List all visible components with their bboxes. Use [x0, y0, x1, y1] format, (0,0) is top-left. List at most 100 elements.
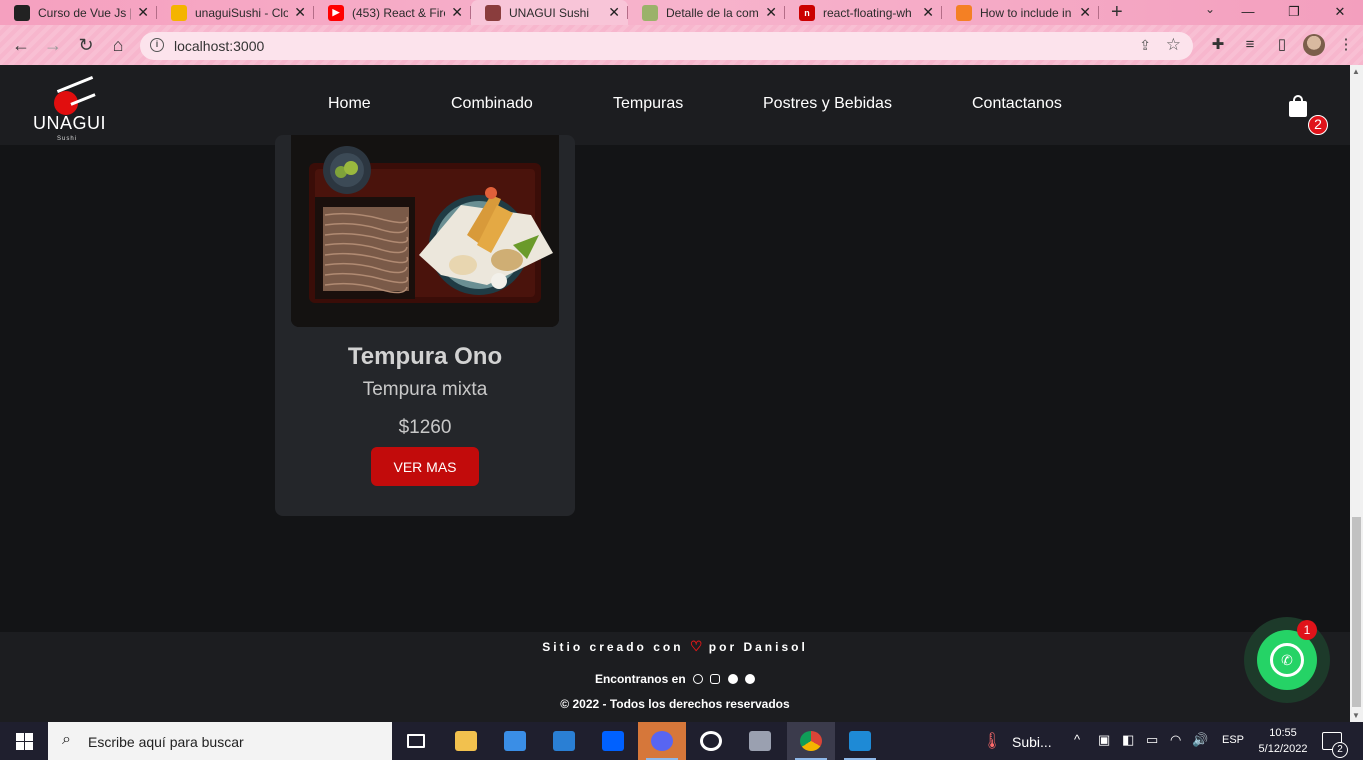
forward-arrow-icon[interactable]: → [42, 34, 64, 56]
windows-taskbar: ⌕ Escribe aquí para buscar 🌡 Subi... ^ ▣… [0, 722, 1363, 760]
nav-link-tempuras[interactable]: Tempuras [613, 95, 683, 113]
tab-favicon-icon [642, 4, 658, 21]
browser-tab-strip: Curso de Vue Js | ✕ unaguiSushi - Clo ✕ … [0, 0, 1363, 25]
nav-link-contactanos[interactable]: Contactanos [972, 95, 1062, 113]
tab-close-icon[interactable]: ✕ [294, 4, 306, 21]
facebook-icon[interactable] [710, 674, 721, 684]
browser-tab[interactable]: unaguiSushi - Clo ✕ [157, 0, 314, 25]
dropbox-icon[interactable] [589, 722, 637, 760]
search-icon: ⌕ [62, 731, 71, 748]
tab-title: react-floating-wh [823, 5, 912, 20]
calculator-icon[interactable] [736, 722, 784, 760]
minimize-icon[interactable]: — [1225, 0, 1271, 25]
browser-tab[interactable]: ▶ (453) React & Fire ✕ [314, 0, 471, 25]
product-card: Tempura Ono Tempura mixta $1260 VER MAS [275, 135, 575, 516]
nav-link-home[interactable]: Home [328, 95, 371, 113]
mail-icon[interactable] [540, 722, 588, 760]
wifi-icon[interactable]: ◠ [1170, 732, 1181, 748]
tab-close-icon[interactable]: ✕ [451, 4, 463, 21]
start-tile [16, 742, 24, 750]
tab-title: How to include in [980, 5, 1072, 20]
nav-link-postres-y-bebidas[interactable]: Postres y Bebidas [763, 95, 892, 113]
browser-toolbar: ← → ↻ ⌂ i localhost:3000 ⇪ ☆ ✚ ≡ ▯ ⋮ [0, 25, 1363, 65]
file-explorer-icon[interactable] [442, 722, 490, 760]
notification-count: 2 [1332, 742, 1348, 758]
credit-text: Sitio creado con [542, 640, 684, 654]
tab-close-icon[interactable]: ✕ [922, 4, 934, 21]
extensions-puzzle-icon[interactable]: ✚ [1207, 34, 1229, 56]
browser-tab[interactable]: How to include in ✕ [942, 0, 1099, 25]
tab-favicon-icon: ▶ [328, 4, 344, 21]
browser-tab[interactable]: n react-floating-wh ✕ [785, 0, 942, 25]
scrollbar-thumb[interactable] [1352, 517, 1361, 707]
network-icon[interactable]: ▣ [1098, 732, 1110, 748]
vscode-icon[interactable] [836, 722, 884, 760]
bookmark-star-icon[interactable]: ☆ [1166, 35, 1181, 55]
product-price: $1260 [398, 417, 452, 438]
close-window-icon[interactable]: ✕ [1317, 0, 1363, 25]
twitter-icon[interactable] [727, 674, 738, 684]
main-menu: Home Combinado Tempuras Postres y Bebida… [0, 65, 1350, 145]
cart-count-badge: 2 [1308, 115, 1328, 135]
reload-icon[interactable]: ↻ [75, 34, 97, 56]
meet-icon[interactable]: ◧ [1122, 732, 1134, 748]
tab-close-icon[interactable]: ✕ [608, 4, 620, 21]
clock-time: 10:55 [1269, 727, 1297, 739]
battery-icon[interactable]: ▭ [1146, 732, 1158, 748]
address-bar[interactable]: i localhost:3000 ⇪ ☆ [140, 32, 1193, 60]
media-control-icon[interactable]: ≡ [1239, 34, 1261, 56]
shopping-bag-icon[interactable] [1288, 94, 1308, 118]
profile-avatar[interactable] [1303, 34, 1325, 56]
product-image [291, 135, 559, 327]
footer-credit: Sitio creado con ♡ por Danisol [0, 638, 1350, 655]
search-placeholder: Escribe aquí para buscar [88, 734, 244, 750]
browser-tab[interactable]: Detalle de la com ✕ [628, 0, 785, 25]
windows-start-icon[interactable] [0, 722, 48, 760]
tab-close-icon[interactable]: ✕ [765, 4, 777, 21]
language-indicator[interactable]: ESP [1222, 734, 1244, 746]
instagram-icon[interactable] [693, 674, 703, 684]
credit-author: por Danisol [708, 640, 808, 654]
tab-close-icon[interactable]: ✕ [1079, 4, 1091, 21]
microsoft-store-icon[interactable] [491, 722, 539, 760]
site-footer: Sitio creado con ♡ por Danisol Encontran… [0, 632, 1350, 722]
bag-body [1289, 101, 1307, 117]
ver-mas-button[interactable]: VER MAS [371, 447, 479, 486]
nav-link-combinado[interactable]: Combinado [451, 95, 533, 113]
phone-icon: ✆ [1281, 652, 1293, 668]
share-icon[interactable]: ⇪ [1139, 37, 1151, 54]
scroll-down-arrow-icon[interactable]: ▼ [1352, 711, 1360, 720]
new-tab-button[interactable]: + [1099, 0, 1135, 25]
browser-menu-icon[interactable]: ⋮ [1335, 34, 1357, 56]
chevron-up-icon[interactable]: ^ [1074, 732, 1080, 747]
github-icon[interactable] [745, 674, 756, 684]
browser-tab[interactable]: Curso de Vue Js | ✕ [0, 0, 157, 25]
url-text[interactable]: localhost:3000 [174, 38, 264, 54]
unity-hub-icon[interactable] [687, 722, 735, 760]
browser-tab-active[interactable]: UNAGUI Sushi ✕ [471, 0, 628, 25]
taskbar-search[interactable]: ⌕ Escribe aquí para buscar [48, 722, 392, 760]
tab-search-chevron-icon[interactable]: ⌄ [1205, 2, 1215, 16]
clock-date: 5/12/2022 [1258, 743, 1308, 755]
tab-favicon-icon [14, 4, 30, 21]
tab-favicon-icon [485, 4, 501, 21]
task-view-icon[interactable] [392, 722, 440, 760]
chrome-icon[interactable] [787, 722, 835, 760]
volume-icon[interactable]: 🔊 [1192, 732, 1208, 748]
back-arrow-icon[interactable]: ← [10, 34, 32, 56]
tab-title: (453) React & Fire [352, 5, 446, 20]
main-content: Tempura Ono Tempura mixta $1260 VER MAS [0, 135, 1350, 632]
start-tile [25, 742, 33, 750]
heart-icon: ♡ [689, 638, 703, 654]
taskbar-clock[interactable]: 10:55 5/12/2022 [1248, 725, 1318, 757]
footer-copyright: © 2022 - Todos los derechos reservados [560, 697, 790, 711]
home-icon[interactable]: ⌂ [107, 34, 129, 56]
restore-icon[interactable]: ❐ [1271, 0, 1317, 25]
site-info-icon[interactable]: i [150, 38, 164, 52]
whatsapp-badge: 1 [1297, 620, 1317, 640]
page-scrollbar[interactable]: ▲ ▼ [1350, 65, 1363, 722]
scroll-up-arrow-icon[interactable]: ▲ [1352, 67, 1360, 76]
tab-close-icon[interactable]: ✕ [137, 4, 149, 21]
side-panel-icon[interactable]: ▯ [1271, 34, 1293, 56]
discord-icon[interactable] [638, 722, 686, 760]
